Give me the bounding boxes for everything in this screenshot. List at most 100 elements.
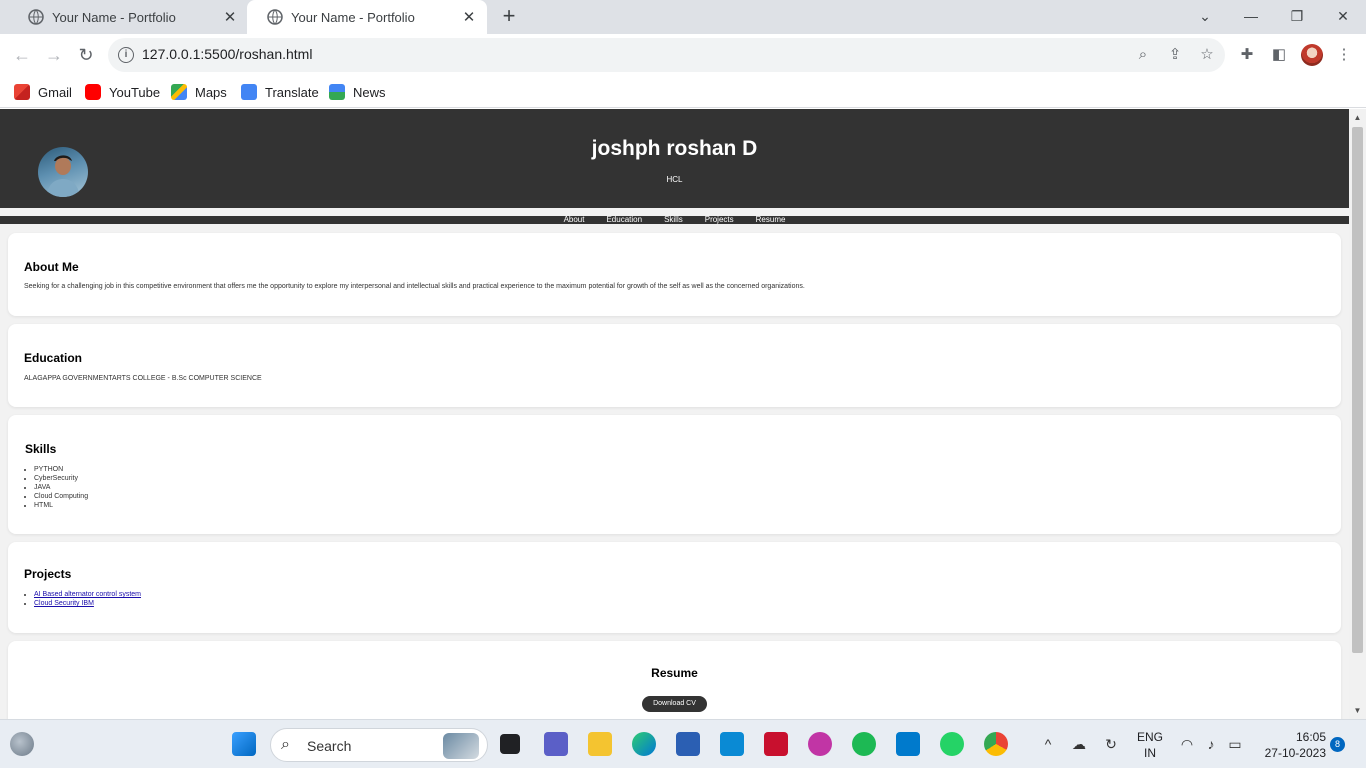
youtube-icon <box>85 84 101 100</box>
section-heading: Projects <box>24 567 72 581</box>
download-cv-button[interactable]: Download CV <box>642 696 707 712</box>
site-header: joshph roshan D HCL <box>0 109 1349 208</box>
edge-icon[interactable] <box>632 732 656 756</box>
task-view-icon[interactable] <box>500 734 520 754</box>
browser-tab-active[interactable]: Your Name - Portfolio ✕ <box>247 0 487 34</box>
zoom-icon[interactable]: ⌕ <box>1134 46 1152 64</box>
education-section: Education ALAGAPPA GOVERNMENTARTS COLLEG… <box>8 324 1341 407</box>
wifi-icon[interactable]: ◠ <box>1178 735 1196 753</box>
about-text: Seeking for a challenging job in this co… <box>24 283 805 290</box>
scroll-down-arrow-icon[interactable]: ▼ <box>1349 702 1366 719</box>
site-info-icon[interactable]: i <box>118 47 134 63</box>
tab-title: Your Name - Portfolio <box>291 9 415 25</box>
nav-link-projects[interactable]: Projects <box>705 216 734 224</box>
weather-widget-icon[interactable] <box>10 732 34 756</box>
project-item: Cloud Security IBM <box>34 599 141 608</box>
share-icon[interactable]: ⇪ <box>1166 46 1184 64</box>
project-item: AI Based alternator control system <box>34 590 141 599</box>
nav-link-skills[interactable]: Skills <box>664 216 683 224</box>
project-link[interactable]: AI Based alternator control system <box>34 591 141 598</box>
section-heading: Skills <box>25 442 57 456</box>
bookmark-translate[interactable]: Translate <box>241 82 319 102</box>
scroll-up-arrow-icon[interactable]: ▲ <box>1349 109 1366 126</box>
site-nav: About Education Skills Projects Resume <box>0 216 1349 224</box>
skill-item: Cloud Computing <box>34 492 88 501</box>
skills-section: Skills PYTHON CyberSecurity JAVA Cloud C… <box>8 415 1341 534</box>
nav-link-about[interactable]: About <box>564 216 585 224</box>
spotify-icon[interactable] <box>852 732 876 756</box>
clock-time[interactable]: 16:05 <box>1258 730 1326 744</box>
minimize-icon[interactable]: — <box>1241 6 1261 26</box>
page-scrollbar[interactable]: ▲ ▼ <box>1349 109 1366 719</box>
search-highlight-icon <box>443 733 479 759</box>
volume-icon[interactable]: ♪ <box>1202 735 1220 753</box>
os-taskbar: ⌕ Search ^ ☁ ↻ ENG IN ◠ ♪ ▭ 16:05 27-10-… <box>0 719 1366 768</box>
maps-icon <box>171 84 187 100</box>
clock-date[interactable]: 27-10-2023 <box>1256 746 1326 760</box>
resume-section: Resume Download CV <box>8 641 1341 719</box>
restore-icon[interactable]: ❐ <box>1287 6 1307 26</box>
teams-chat-icon[interactable] <box>544 732 568 756</box>
mcafee-icon[interactable] <box>764 732 788 756</box>
notification-badge[interactable]: 8 <box>1330 737 1345 752</box>
bookmark-label: YouTube <box>109 84 161 100</box>
projects-list: AI Based alternator control system Cloud… <box>34 590 141 608</box>
wps-office-icon[interactable] <box>808 732 832 756</box>
onedrive-cloud-icon[interactable]: ☁ <box>1070 735 1088 753</box>
skill-item: JAVA <box>34 483 88 492</box>
battery-icon[interactable]: ▭ <box>1226 735 1244 753</box>
tab-search-chevron-icon[interactable]: ⌄ <box>1195 6 1215 26</box>
launcher-l-icon[interactable] <box>720 732 744 756</box>
search-icon: ⌕ <box>281 736 290 753</box>
bookmark-label: Translate <box>265 84 319 100</box>
close-window-icon[interactable]: ✕ <box>1333 6 1353 26</box>
search-label: Search <box>307 738 352 754</box>
education-text: ALAGAPPA GOVERNMENTARTS COLLEGE - B.Sc C… <box>24 375 262 382</box>
bookmark-gmail[interactable]: Gmail <box>14 82 72 102</box>
bookmark-label: Gmail <box>38 84 72 100</box>
scrollbar-thumb[interactable] <box>1352 127 1363 653</box>
nav-link-education[interactable]: Education <box>606 216 642 224</box>
browser-tab[interactable]: Your Name - Portfolio ✕ <box>8 0 248 34</box>
news-icon <box>329 84 345 100</box>
bookmark-star-icon[interactable]: ☆ <box>1198 46 1216 64</box>
forward-arrow-icon[interactable]: → <box>43 44 65 66</box>
kebab-menu-icon[interactable]: ⋮ <box>1335 46 1353 64</box>
profile-avatar[interactable] <box>1301 44 1323 66</box>
translate-icon <box>241 84 257 100</box>
project-link[interactable]: Cloud Security IBM <box>34 600 94 607</box>
chrome-icon[interactable] <box>984 732 1008 756</box>
bookmark-label: News <box>353 84 386 100</box>
section-heading: Education <box>24 351 83 365</box>
site-subtitle: HCL <box>666 175 683 184</box>
skills-list: PYTHON CyberSecurity JAVA Cloud Computin… <box>34 465 88 510</box>
side-panel-icon[interactable]: ◧ <box>1270 46 1288 64</box>
reload-icon[interactable]: ↻ <box>75 44 97 66</box>
language-indicator-bottom[interactable]: IN <box>1134 746 1166 760</box>
bookmark-maps[interactable]: Maps <box>171 82 227 102</box>
whatsapp-icon[interactable] <box>940 732 964 756</box>
show-hidden-icons-chevron-icon[interactable]: ^ <box>1039 735 1057 753</box>
sync-icon[interactable]: ↻ <box>1102 735 1120 753</box>
extensions-puzzle-icon[interactable]: ✚ <box>1238 46 1256 64</box>
gmail-icon <box>14 84 30 100</box>
close-tab-icon[interactable]: ✕ <box>222 8 238 26</box>
file-explorer-icon[interactable] <box>588 732 612 756</box>
page-viewport: joshph roshan D HCL About Education Skil… <box>0 109 1349 719</box>
windows-start-icon[interactable] <box>232 732 256 756</box>
url-text[interactable]: 127.0.0.1:5500/roshan.html <box>142 46 312 62</box>
bookmark-news[interactable]: News <box>329 82 386 102</box>
microsoft-store-icon[interactable] <box>676 732 700 756</box>
browser-tab-strip: Your Name - Portfolio ✕ Your Name - Port… <box>0 0 1366 34</box>
taskbar-search[interactable]: ⌕ Search <box>270 728 488 762</box>
language-indicator-top[interactable]: ENG <box>1134 730 1166 744</box>
vscode-icon[interactable] <box>896 732 920 756</box>
back-arrow-icon[interactable]: ← <box>11 44 33 66</box>
tab-title: Your Name - Portfolio <box>52 9 176 25</box>
bookmark-youtube[interactable]: YouTube <box>85 82 160 102</box>
close-tab-icon[interactable]: ✕ <box>461 8 477 26</box>
new-tab-button[interactable]: + <box>498 5 520 28</box>
address-bar[interactable]: i 127.0.0.1:5500/roshan.html ⌕ ⇪ ☆ <box>108 38 1225 72</box>
nav-link-resume[interactable]: Resume <box>756 216 786 224</box>
section-heading: Resume <box>651 666 698 680</box>
